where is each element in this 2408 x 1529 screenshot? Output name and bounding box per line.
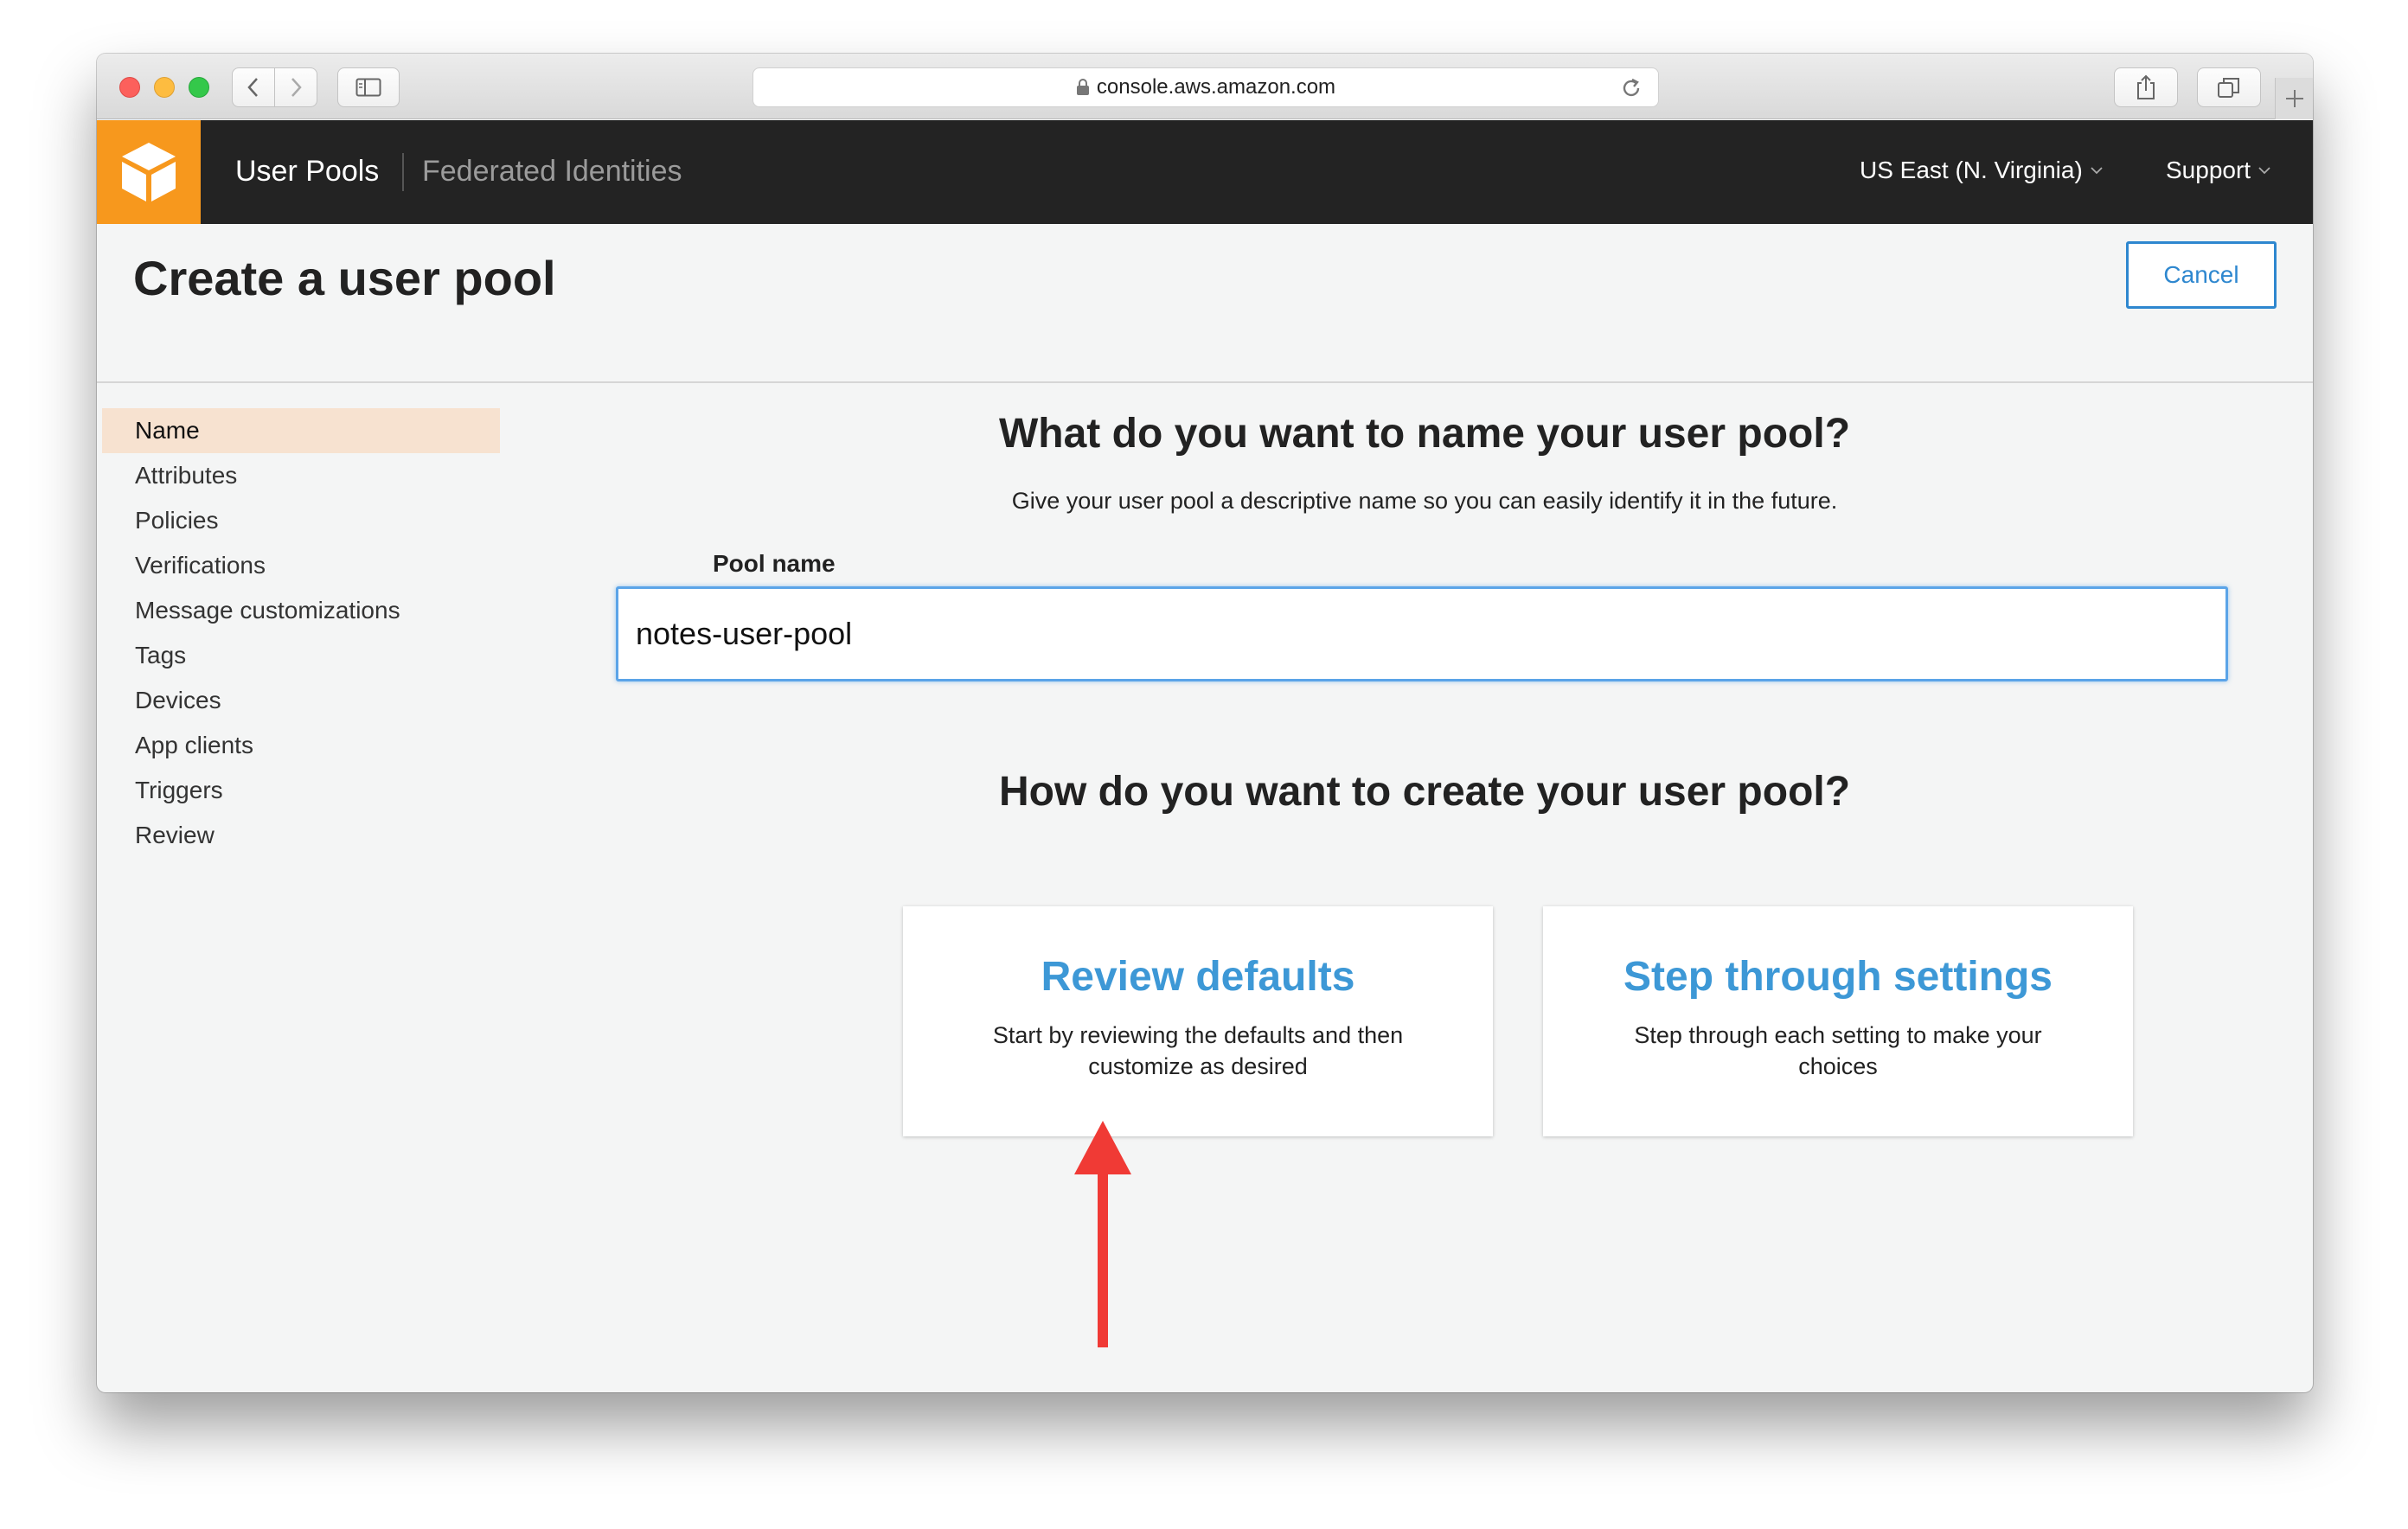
- sidebar-item-app-clients[interactable]: App clients: [102, 723, 500, 768]
- review-defaults-card[interactable]: Review defaults Start by reviewing the d…: [903, 906, 1493, 1136]
- review-defaults-description: Start by reviewing the defaults and then…: [992, 1022, 1404, 1079]
- sidebar-toggle-button[interactable]: [337, 67, 400, 107]
- address-bar[interactable]: console.aws.amazon.com: [752, 67, 1659, 107]
- wizard-steps-sidebar: Name Attributes Policies Verifications M…: [102, 408, 500, 858]
- region-label: US East (N. Virginia): [1860, 157, 2083, 183]
- page-header: Create a user pool Cancel: [97, 224, 2313, 383]
- show-tabs-button[interactable]: [2197, 67, 2261, 107]
- sidebar-item-attributes[interactable]: Attributes: [102, 453, 500, 498]
- sidebar-item-name[interactable]: Name: [102, 408, 500, 453]
- page-title: Create a user pool: [133, 251, 556, 305]
- zoom-window-button[interactable]: [189, 77, 209, 98]
- sidebar-item-tags[interactable]: Tags: [102, 633, 500, 678]
- close-window-button[interactable]: [119, 77, 140, 98]
- sidebar-item-review[interactable]: Review: [102, 813, 500, 858]
- sidebar-item-triggers[interactable]: Triggers: [102, 768, 500, 813]
- nav-divider: [402, 153, 404, 191]
- chevron-left-icon: [247, 78, 258, 97]
- step-through-settings-card[interactable]: Step through settings Step through each …: [1543, 906, 2133, 1136]
- step-through-settings-description: Step through each setting to make your c…: [1634, 1022, 2042, 1079]
- support-menu[interactable]: Support: [2166, 157, 2271, 184]
- tabs-icon: [2218, 78, 2239, 98]
- support-label: Support: [2166, 157, 2251, 183]
- new-tab-button[interactable]: [2275, 78, 2313, 119]
- review-defaults-title[interactable]: Review defaults: [903, 953, 1493, 1001]
- plus-icon: [2285, 90, 2303, 107]
- step-through-settings-title[interactable]: Step through settings: [1543, 953, 2133, 1001]
- minimize-window-button[interactable]: [154, 77, 175, 98]
- url-text: console.aws.amazon.com: [1096, 75, 1336, 99]
- sidebar-item-message-customizations[interactable]: Message customizations: [102, 588, 500, 633]
- nav-user-pools[interactable]: User Pools: [235, 155, 379, 189]
- lock-icon: [1076, 79, 1090, 96]
- browser-toolbar: console.aws.amazon.com: [97, 54, 2313, 119]
- browser-window: console.aws.amazon.com User Pools Federa…: [97, 54, 2313, 1392]
- annotation-arrow-icon: [1074, 1121, 1131, 1347]
- nav-federated-identities[interactable]: Federated Identities: [422, 155, 682, 189]
- forward-button[interactable]: [274, 67, 317, 107]
- name-question-heading: What do you want to name your user pool?: [998, 411, 1851, 457]
- sidebar-item-policies[interactable]: Policies: [102, 498, 500, 543]
- chevron-down-icon: [2258, 167, 2270, 175]
- region-selector[interactable]: US East (N. Virginia): [1860, 157, 2104, 184]
- name-question-hint: Give your user pool a descriptive name s…: [1011, 488, 1838, 514]
- reload-icon[interactable]: [1620, 76, 1643, 106]
- sidebar-item-devices[interactable]: Devices: [102, 678, 500, 723]
- pool-name-label: Pool name: [713, 550, 836, 577]
- pool-name-input[interactable]: [616, 586, 2228, 681]
- aws-console-header: User Pools Federated Identities US East …: [97, 120, 2313, 224]
- chevron-right-icon: [291, 78, 302, 97]
- aws-cube-icon[interactable]: [97, 120, 201, 224]
- back-button[interactable]: [232, 67, 275, 107]
- create-question-heading: How do you want to create your user pool…: [998, 769, 1851, 815]
- share-button[interactable]: [2114, 67, 2178, 107]
- chevron-down-icon: [2091, 167, 2103, 175]
- share-icon: [2137, 74, 2155, 99]
- sidebar-item-verifications[interactable]: Verifications: [102, 543, 500, 588]
- sidebar-icon: [355, 78, 381, 97]
- cancel-button[interactable]: Cancel: [2126, 241, 2277, 309]
